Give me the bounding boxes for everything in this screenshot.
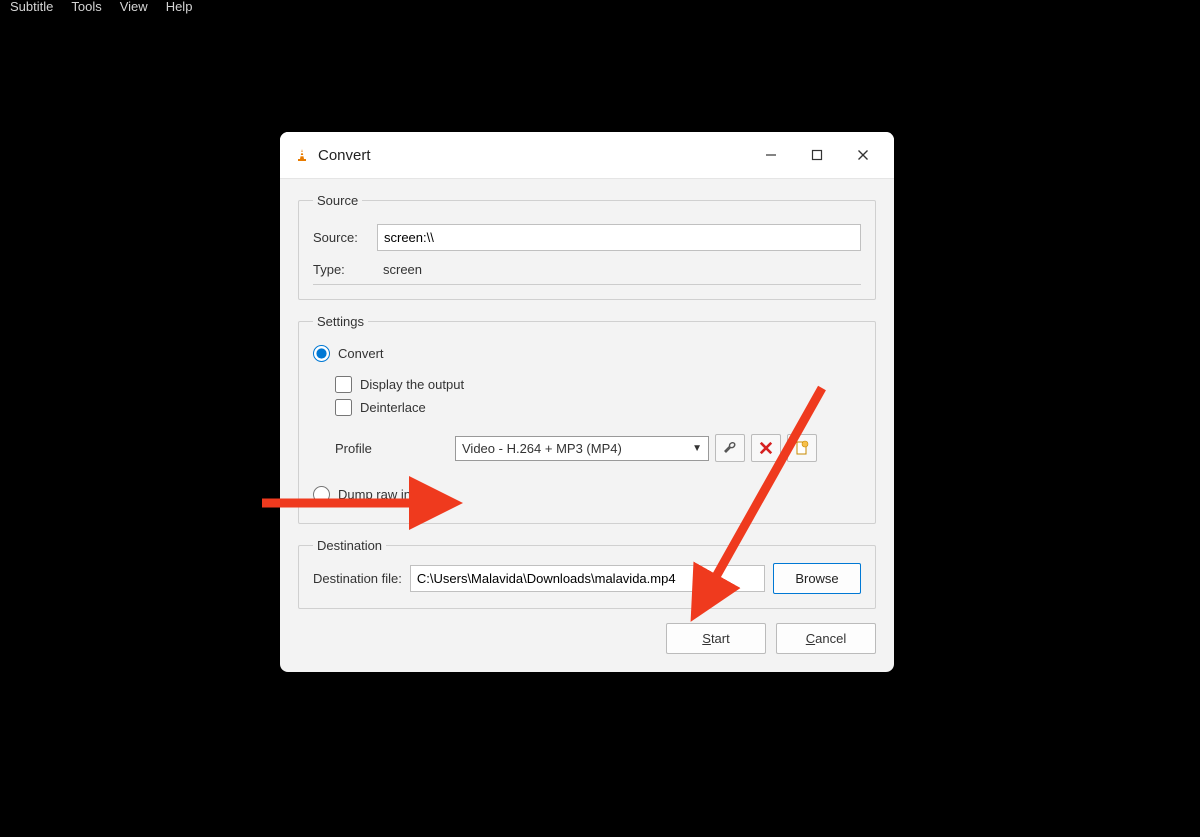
display-output-checkbox[interactable] [335,376,352,393]
destination-legend: Destination [313,538,386,553]
destination-file-input[interactable] [410,565,765,592]
edit-profile-button[interactable] [715,434,745,462]
convert-radio-label: Convert [338,346,384,361]
source-fieldset: Source Source: Type: screen [298,193,876,300]
minimize-button[interactable] [748,140,794,170]
wrench-icon [722,440,738,456]
source-legend: Source [313,193,362,208]
titlebar: Convert [280,132,894,179]
new-profile-button[interactable] [787,434,817,462]
type-label: Type: [313,262,377,277]
settings-fieldset: Settings Convert Display the output Dein… [298,314,876,524]
display-output-label: Display the output [360,377,464,392]
close-button[interactable] [840,140,886,170]
convert-radio[interactable] [313,345,330,362]
menu-subtitle[interactable]: Subtitle [10,0,53,14]
settings-legend: Settings [313,314,368,329]
deinterlace-checkbox[interactable] [335,399,352,416]
profile-combobox[interactable]: Video - H.264 + MP3 (MP4) ▼ [455,436,709,461]
dialog-title: Convert [318,147,748,164]
new-document-icon [794,440,810,456]
x-icon [759,441,773,455]
cancel-button[interactable]: Cancel [776,623,876,654]
source-label: Source: [313,230,377,245]
profile-value: Video - H.264 + MP3 (MP4) [462,441,692,456]
source-input[interactable] [377,224,861,251]
menu-tools[interactable]: Tools [71,0,101,14]
start-button[interactable]: Start [666,623,766,654]
dump-raw-radio[interactable] [313,486,330,503]
destination-fieldset: Destination Destination file: Browse [298,538,876,609]
type-value: screen [377,257,428,282]
delete-profile-button[interactable] [751,434,781,462]
convert-dialog: Convert Source Source: Type: screen [280,132,894,672]
chevron-down-icon: ▼ [692,443,702,454]
deinterlace-label: Deinterlace [360,400,426,415]
maximize-button[interactable] [794,140,840,170]
dump-raw-label: Dump raw input [338,487,429,502]
main-menubar: Subtitle Tools View Help [0,0,202,18]
destination-file-label: Destination file: [313,571,402,586]
vlc-cone-icon [294,147,310,163]
menu-view[interactable]: View [120,0,148,14]
profile-label: Profile [335,441,455,456]
browse-button[interactable]: Browse [773,563,861,594]
menu-help[interactable]: Help [166,0,193,14]
